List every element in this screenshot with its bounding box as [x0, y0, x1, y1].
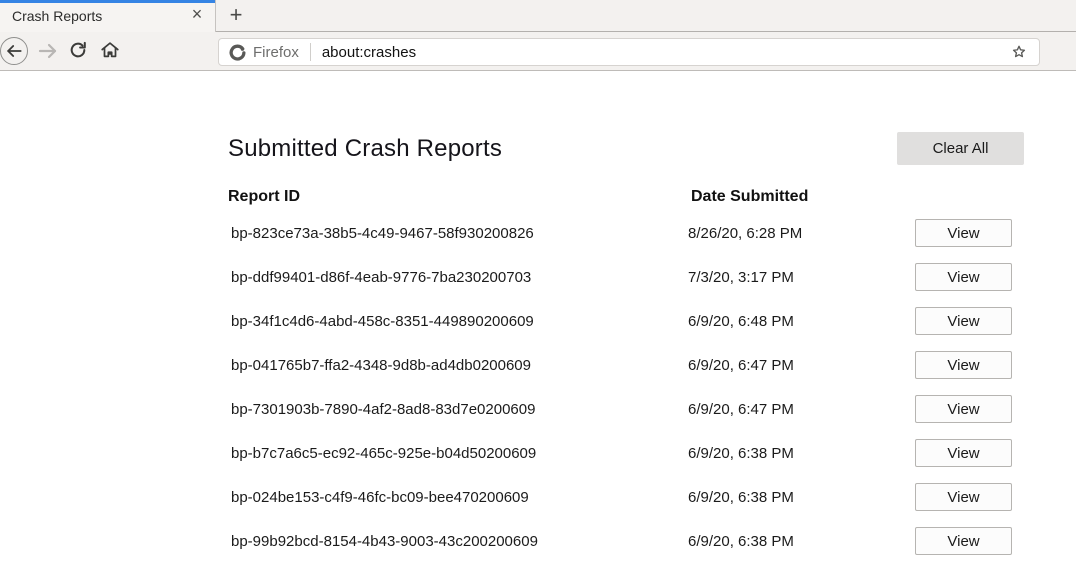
view-button[interactable]: View	[915, 219, 1012, 247]
reload-icon	[67, 39, 91, 61]
date-submitted: 6/9/20, 6:38 PM	[688, 445, 915, 462]
report-id: bp-7301903b-7890-4af2-8ad8-83d7e0200609	[228, 401, 688, 418]
tab-crash-reports[interactable]: Crash Reports ×	[0, 0, 216, 32]
date-submitted: 6/9/20, 6:48 PM	[688, 313, 915, 330]
column-header-date-submitted: Date Submitted	[691, 188, 918, 208]
forward-button[interactable]	[36, 39, 60, 63]
forward-arrow-icon	[36, 39, 60, 63]
report-id: bp-34f1c4d6-4abd-458c-8351-449890200609	[228, 313, 688, 330]
column-header-report-id: Report ID	[228, 188, 691, 208]
row-actions: View	[915, 395, 1021, 423]
new-tab-button[interactable]: +	[222, 2, 250, 30]
page-title: Submitted Crash Reports	[228, 135, 502, 163]
report-id: bp-024be153-c4f9-46fc-bc09-bee470200609	[228, 489, 688, 506]
row-actions: View	[915, 351, 1021, 379]
table-row: bp-7301903b-7890-4af2-8ad8-83d7e0200609 …	[228, 387, 1024, 431]
row-actions: View	[915, 219, 1021, 247]
tab-close-icon[interactable]: ×	[187, 6, 207, 26]
page-content: Submitted Crash Reports Clear All Report…	[0, 72, 1076, 540]
tab-title: Crash Reports	[12, 8, 187, 24]
table-row: bp-041765b7-ffa2-4348-9d8b-ad4db0200609 …	[228, 343, 1024, 387]
back-arrow-icon	[4, 41, 24, 61]
urlbar-divider	[310, 43, 311, 61]
date-submitted: 6/9/20, 6:38 PM	[688, 489, 915, 506]
row-actions: View	[915, 483, 1021, 511]
table-row: bp-b7c7a6c5-ec92-465c-925e-b04d50200609 …	[228, 431, 1024, 475]
date-submitted: 8/26/20, 6:28 PM	[688, 225, 915, 242]
date-submitted: 6/9/20, 6:38 PM	[688, 533, 915, 550]
view-button[interactable]: View	[915, 351, 1012, 379]
home-icon	[99, 39, 123, 61]
table-row: bp-99b92bcd-8154-4b43-9003-43c200200609 …	[228, 519, 1024, 563]
table-row: bp-024be153-c4f9-46fc-bc09-bee470200609 …	[228, 475, 1024, 519]
table-row: bp-ddf99401-d86f-4eab-9776-7ba230200703 …	[228, 255, 1024, 299]
table-row: bp-34f1c4d6-4abd-458c-8351-449890200609 …	[228, 299, 1024, 343]
url-bar[interactable]: Firefox about:crashes	[218, 38, 1040, 66]
report-id: bp-823ce73a-38b5-4c49-9467-58f930200826	[228, 225, 688, 242]
row-actions: View	[915, 263, 1021, 291]
row-actions: View	[915, 527, 1021, 555]
column-header-actions	[918, 188, 1024, 208]
report-id: bp-ddf99401-d86f-4eab-9776-7ba230200703	[228, 269, 688, 286]
firefox-logo-icon	[229, 44, 246, 61]
row-actions: View	[915, 439, 1021, 467]
view-button[interactable]: View	[915, 527, 1012, 555]
date-submitted: 6/9/20, 6:47 PM	[688, 401, 915, 418]
view-button[interactable]: View	[915, 395, 1012, 423]
table-header: Report ID Date Submitted	[228, 188, 1024, 208]
urlbar-identity-label: Firefox	[253, 44, 299, 61]
view-button[interactable]: View	[915, 307, 1012, 335]
back-button[interactable]	[0, 37, 28, 65]
view-button[interactable]: View	[915, 263, 1012, 291]
navigation-toolbar: Firefox about:crashes	[0, 32, 1076, 71]
row-actions: View	[915, 307, 1021, 335]
report-id: bp-041765b7-ffa2-4348-9d8b-ad4db0200609	[228, 357, 688, 374]
view-button[interactable]: View	[915, 439, 1012, 467]
tab-bar: Crash Reports × +	[0, 0, 1076, 32]
reload-button[interactable]	[67, 39, 91, 63]
active-tab-accent-stripe	[0, 0, 215, 3]
date-submitted: 7/3/20, 3:17 PM	[688, 269, 915, 286]
report-id: bp-99b92bcd-8154-4b43-9003-43c200200609	[228, 533, 688, 550]
view-button[interactable]: View	[915, 483, 1012, 511]
clear-all-button[interactable]: Clear All	[897, 132, 1024, 165]
table-row: bp-823ce73a-38b5-4c49-9467-58f930200826 …	[228, 211, 1024, 255]
date-submitted: 6/9/20, 6:47 PM	[688, 357, 915, 374]
report-id: bp-b7c7a6c5-ec92-465c-925e-b04d50200609	[228, 445, 688, 462]
home-button[interactable]	[99, 39, 123, 63]
bookmark-star-button[interactable]	[1010, 43, 1028, 61]
crash-report-list: bp-823ce73a-38b5-4c49-9467-58f930200826 …	[228, 211, 1024, 563]
url-text[interactable]: about:crashes	[322, 44, 416, 61]
